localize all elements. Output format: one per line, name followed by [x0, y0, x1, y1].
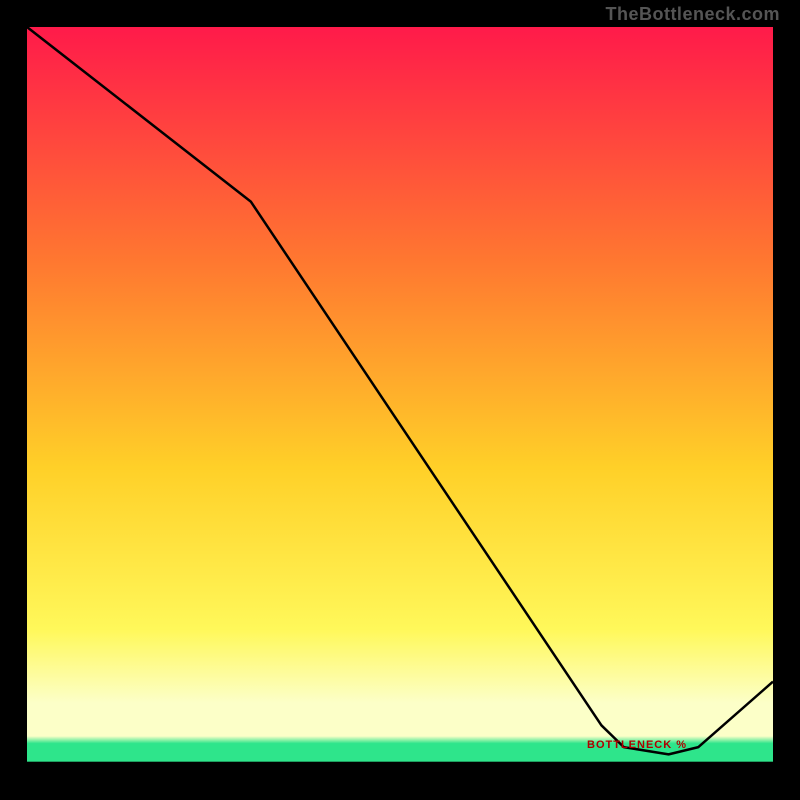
- chart-frame: TheBottleneck.com BOTTLENECK %: [0, 0, 800, 800]
- plot-area: BOTTLENECK %: [27, 27, 773, 773]
- watermark-text: TheBottleneck.com: [605, 4, 780, 25]
- bottleneck-label: BOTTLENECK %: [587, 739, 687, 751]
- chart-svg: [27, 27, 773, 773]
